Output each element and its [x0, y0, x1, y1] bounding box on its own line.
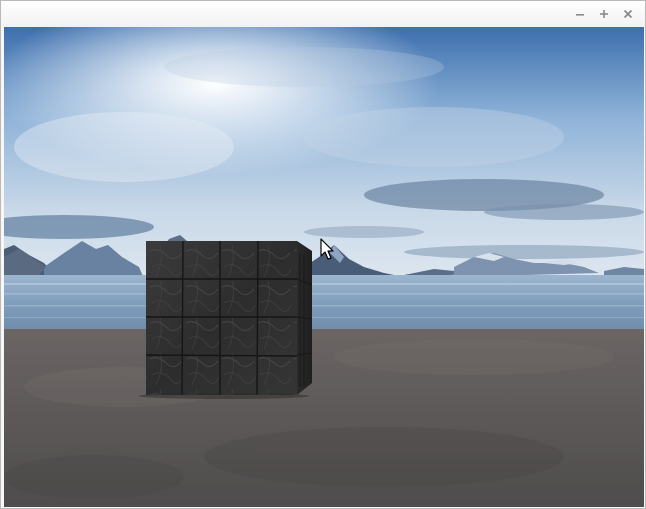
title-bar[interactable] [1, 1, 645, 27]
window-controls [571, 5, 637, 23]
application-window [0, 0, 646, 509]
3d-viewport[interactable] [4, 27, 644, 507]
maximize-icon[interactable] [595, 5, 613, 23]
scene-canvas [4, 27, 644, 507]
stone-cube[interactable] [139, 240, 313, 399]
arrow-cursor-icon [320, 238, 334, 260]
minimize-icon[interactable] [571, 5, 589, 23]
close-icon[interactable] [619, 5, 637, 23]
